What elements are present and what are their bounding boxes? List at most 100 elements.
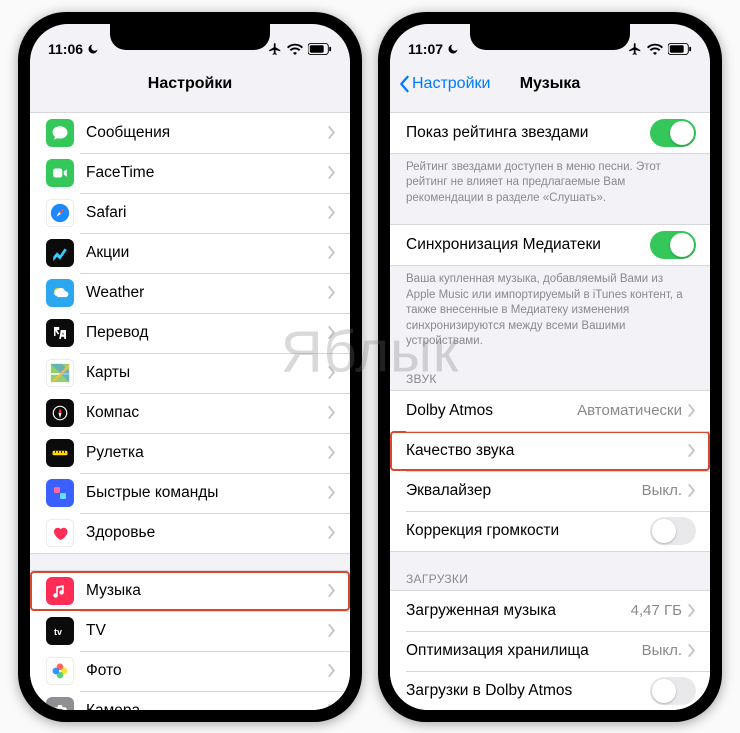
chevron-right-icon	[328, 246, 336, 259]
row-star-ratings[interactable]: Показ рейтинга звездами	[390, 113, 710, 153]
row-label: Перевод	[86, 324, 328, 342]
settings-row-camera[interactable]: Камера	[30, 691, 350, 710]
row-label: Weather	[86, 284, 328, 302]
settings-row-compass[interactable]: Компас	[30, 393, 350, 433]
screen-left: 11:06 Настройки СообщенияFaceTimeSafariА…	[30, 24, 350, 710]
chevron-right-icon	[328, 486, 336, 499]
row-dolby-atmos-downloads[interactable]: Загрузки в Dolby Atmos	[390, 671, 710, 710]
row-label: Карты	[86, 364, 328, 382]
row-label: Музыка	[86, 582, 328, 600]
photos-icon	[46, 657, 74, 685]
row-label: Здоровье	[86, 524, 328, 542]
toggle-sync-library[interactable]	[650, 231, 696, 259]
row-label: Оптимизация хранилища	[406, 642, 642, 660]
battery-icon	[668, 43, 692, 55]
row-label: Синхронизация Медиатеки	[406, 236, 650, 254]
battery-icon	[308, 43, 332, 55]
row-value: Выкл.	[642, 642, 682, 659]
airplane-icon	[268, 42, 282, 56]
chevron-right-icon	[328, 166, 336, 179]
row-label: Показ рейтинга звездами	[406, 124, 650, 142]
svg-text:tv: tv	[54, 626, 62, 636]
chevron-right-icon	[328, 624, 336, 637]
messages-icon	[46, 119, 74, 147]
weather-icon	[46, 279, 74, 307]
row-label: Dolby Atmos	[406, 402, 577, 420]
settings-row-messages[interactable]: Сообщения	[30, 113, 350, 153]
shortcuts-icon	[46, 479, 74, 507]
toggle-atmos-downloads[interactable]	[650, 677, 696, 705]
chevron-right-icon	[328, 446, 336, 459]
settings-row-shortcuts[interactable]: Быстрые команды	[30, 473, 350, 513]
music-settings-content[interactable]: Показ рейтинга звездами Рейтинг звездами…	[390, 104, 710, 710]
chevron-right-icon	[688, 444, 696, 457]
toggle-star-ratings[interactable]	[650, 119, 696, 147]
back-label: Настройки	[412, 75, 490, 93]
row-label: Загрузки в Dolby Atmos	[406, 682, 650, 700]
maps-icon	[46, 359, 74, 387]
settings-row-tv[interactable]: tvTV	[30, 611, 350, 651]
screen-right: 11:07 Настройки Музыка Показ рейтинга зв…	[390, 24, 710, 710]
page-title: Настройки	[148, 75, 232, 93]
facetime-icon	[46, 159, 74, 187]
settings-row-stocks[interactable]: Акции	[30, 233, 350, 273]
chevron-right-icon	[688, 484, 696, 497]
settings-row-facetime[interactable]: FaceTime	[30, 153, 350, 193]
chevron-right-icon	[328, 326, 336, 339]
settings-row-safari[interactable]: Safari	[30, 193, 350, 233]
row-label: Эквалайзер	[406, 482, 642, 500]
row-audio-quality[interactable]: Качество звука	[390, 431, 710, 471]
chevron-left-icon	[398, 75, 410, 93]
group-footer: Рейтинг звездами доступен в меню песни. …	[390, 154, 710, 209]
notch	[470, 24, 630, 50]
row-label: Акции	[86, 244, 328, 262]
chevron-right-icon	[328, 206, 336, 219]
music-icon	[46, 577, 74, 605]
camera-icon	[46, 697, 74, 710]
settings-row-translate[interactable]: Перевод	[30, 313, 350, 353]
chevron-right-icon	[688, 644, 696, 657]
nav-bar: Настройки	[30, 64, 350, 104]
row-label: Компас	[86, 404, 328, 422]
iphone-left: 11:06 Настройки СообщенияFaceTimeSafariА…	[18, 12, 362, 722]
chevron-right-icon	[328, 126, 336, 139]
row-label: Загруженная музыка	[406, 602, 631, 620]
group-header-sound: ЗВУК	[390, 368, 710, 390]
settings-row-measure[interactable]: Рулетка	[30, 433, 350, 473]
settings-row-photos[interactable]: Фото	[30, 651, 350, 691]
toggle-sound-check[interactable]	[650, 517, 696, 545]
row-dolby-atmos[interactable]: Dolby Atmos Автоматически	[390, 391, 710, 431]
row-value: Выкл.	[642, 482, 682, 499]
status-time: 11:07	[408, 41, 443, 57]
settings-content[interactable]: Сообщения FaceTime Safari Акции Weather Перев…	[30, 104, 350, 710]
row-downloaded-music[interactable]: Загруженная музыка 4,47 ГБ	[390, 591, 710, 631]
row-label: Качество звука	[406, 442, 688, 460]
moon-icon	[447, 43, 459, 55]
row-label: Фото	[86, 662, 328, 680]
settings-row-maps[interactable]: Карты	[30, 353, 350, 393]
row-sync-library[interactable]: Синхронизация Медиатеки	[390, 225, 710, 265]
row-label: Сообщения	[86, 124, 328, 142]
row-equalizer[interactable]: Эквалайзер Выкл.	[390, 471, 710, 511]
back-button[interactable]: Настройки	[398, 75, 490, 93]
page-title: Музыка	[520, 75, 581, 93]
translate-icon	[46, 319, 74, 347]
row-optimize-storage[interactable]: Оптимизация хранилища Выкл.	[390, 631, 710, 671]
settings-row-health[interactable]: Здоровье	[30, 513, 350, 553]
wifi-icon	[287, 43, 303, 55]
chevron-right-icon	[328, 406, 336, 419]
chevron-right-icon	[328, 366, 336, 379]
measure-icon	[46, 439, 74, 467]
wifi-icon	[647, 43, 663, 55]
nav-bar: Настройки Музыка	[390, 64, 710, 104]
settings-row-weather[interactable]: Weather	[30, 273, 350, 313]
chevron-right-icon	[688, 404, 696, 417]
settings-row-music[interactable]: Музыка	[30, 571, 350, 611]
row-sound-check[interactable]: Коррекция громкости	[390, 511, 710, 551]
stocks-icon	[46, 239, 74, 267]
row-label: Safari	[86, 204, 328, 222]
row-value: 4,47 ГБ	[631, 602, 682, 619]
chevron-right-icon	[328, 704, 336, 710]
chevron-right-icon	[688, 604, 696, 617]
row-label: Быстрые команды	[86, 484, 328, 502]
